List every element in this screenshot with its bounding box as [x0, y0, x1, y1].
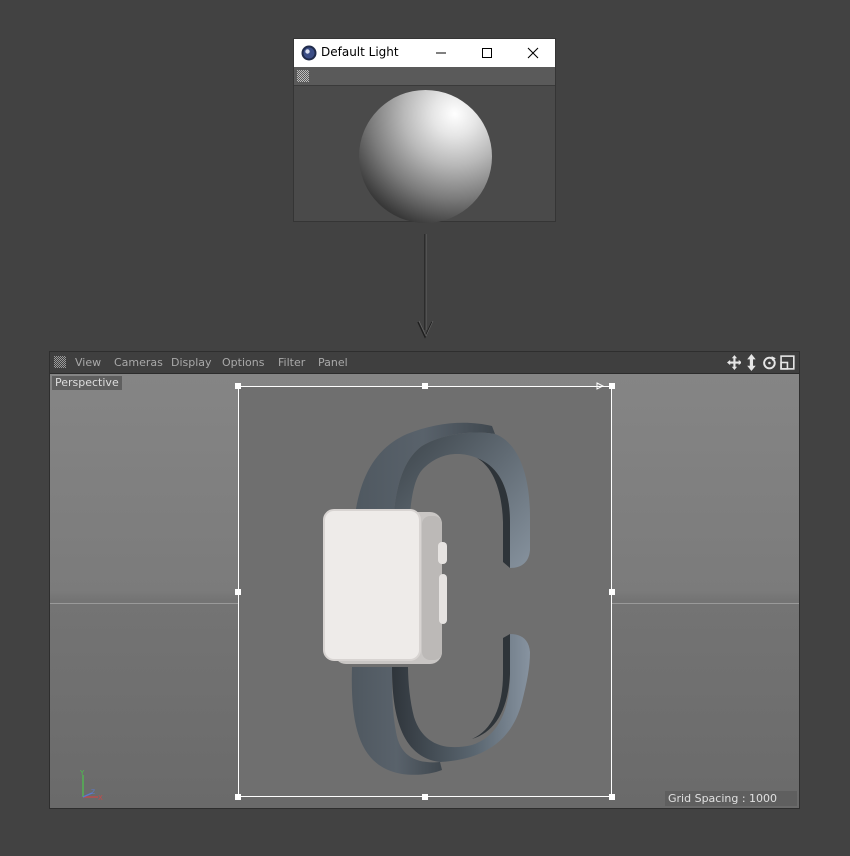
minimize-button[interactable]	[418, 39, 464, 67]
down-arrow-icon	[417, 234, 434, 339]
viewport-scene[interactable]: Y Z X Perspective Grid Spacing : 1000 cm	[50, 374, 799, 808]
grid-spacing-label: Grid Spacing : 1000 cm	[665, 791, 797, 808]
frame-handle-top-left[interactable]	[235, 383, 241, 389]
toggle-layout-icon[interactable]	[780, 354, 795, 371]
svg-text:X: X	[98, 794, 103, 802]
frame-marker-icon	[596, 382, 604, 390]
close-icon	[527, 47, 539, 59]
sphere-preview[interactable]	[359, 90, 492, 223]
frame-handle-right[interactable]	[609, 589, 615, 595]
frame-handle-bottom[interactable]	[422, 794, 428, 800]
cinema4d-app-icon	[301, 45, 317, 61]
close-button[interactable]	[510, 39, 556, 67]
frame-handle-bottom-right[interactable]	[609, 794, 615, 800]
viewport-nav-icons	[726, 354, 796, 371]
svg-text:Z: Z	[91, 789, 95, 796]
camera-label: Perspective	[52, 376, 122, 390]
maximize-button[interactable]	[464, 39, 510, 67]
rotate-view-icon[interactable]	[762, 354, 777, 371]
title-bar[interactable]: Default Light	[294, 39, 555, 67]
move-view-icon[interactable]	[726, 354, 742, 371]
menu-filter[interactable]: Filter	[278, 356, 305, 369]
light-preview-area[interactable]	[294, 86, 555, 223]
smartwatch-model[interactable]	[322, 412, 532, 777]
frame-handle-left[interactable]	[235, 589, 241, 595]
frame-handle-top[interactable]	[422, 383, 428, 389]
grip-icon[interactable]	[297, 70, 309, 82]
grip-icon[interactable]	[54, 356, 66, 368]
frame-handle-top-right[interactable]	[609, 383, 615, 389]
frame-handle-bottom-left[interactable]	[235, 794, 241, 800]
menu-options[interactable]: Options	[222, 356, 264, 369]
menu-display[interactable]: Display	[171, 356, 212, 369]
svg-text:Y: Y	[79, 769, 85, 777]
perspective-viewport: View Cameras Display Options Filter Pane…	[49, 351, 800, 809]
window-toolbar	[294, 67, 555, 86]
maximize-icon	[482, 48, 492, 58]
menu-panel[interactable]: Panel	[318, 356, 348, 369]
menu-cameras[interactable]: Cameras	[114, 356, 163, 369]
default-light-window: Default Light	[293, 38, 556, 223]
world-axis-icon: Y Z X	[79, 769, 103, 802]
menu-view[interactable]: View	[75, 356, 101, 369]
minimize-icon	[436, 52, 446, 54]
window-title: Default Light	[321, 45, 399, 59]
pan-view-icon[interactable]	[744, 354, 759, 371]
viewport-menubar: View Cameras Display Options Filter Pane…	[50, 352, 799, 374]
